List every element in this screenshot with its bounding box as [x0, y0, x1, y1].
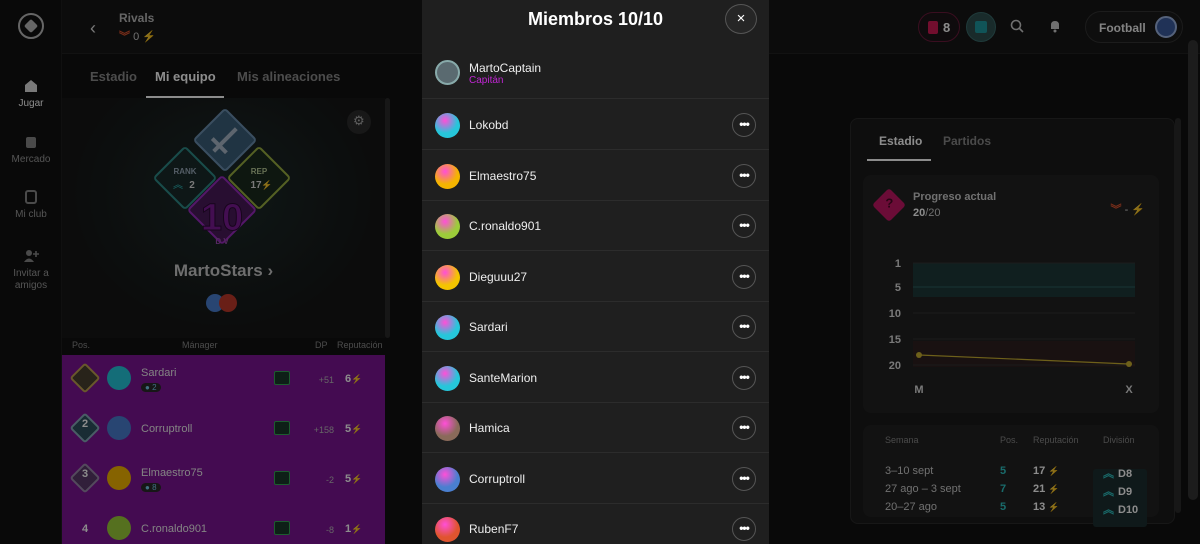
avatar	[435, 517, 460, 542]
member-row[interactable]: C.ronaldo901 •••	[422, 201, 769, 251]
member-row[interactable]: Sardari •••	[422, 302, 769, 352]
more-options-button[interactable]: •••	[732, 517, 756, 541]
member-row[interactable]: Elmaestro75 •••	[422, 151, 769, 201]
member-name: Dieguuu27	[469, 269, 528, 284]
avatar	[435, 416, 460, 441]
more-options-button[interactable]: •••	[732, 163, 756, 188]
captain-role: Capitán	[469, 75, 504, 86]
member-name: Elmaestro75	[469, 168, 537, 183]
members-modal: Miembros 10/10 × MartoCaptain Capitán Lo…	[422, 0, 769, 544]
member-name: RubenF7	[469, 522, 519, 536]
avatar	[435, 466, 460, 492]
member-row[interactable]: Dieguuu27 •••	[422, 252, 769, 302]
member-row[interactable]: Corruptroll •••	[422, 454, 769, 504]
member-name: Corruptroll	[469, 471, 526, 486]
more-options-button[interactable]: •••	[732, 466, 756, 491]
more-options-button[interactable]: •••	[732, 416, 756, 440]
member-row[interactable]: Hamica •••	[422, 403, 769, 453]
avatar	[435, 264, 460, 290]
member-name: Sardari	[469, 320, 508, 334]
avatar	[435, 214, 460, 239]
member-name: Lokobd	[469, 118, 509, 132]
more-options-button[interactable]: •••	[732, 365, 756, 390]
modal-title: Miembros 10/10	[527, 9, 664, 29]
member-row[interactable]: RubenF7 •••	[422, 504, 769, 544]
member-name: SanteMarion	[469, 370, 538, 385]
member-row[interactable]: SanteMarion •••	[422, 353, 769, 403]
more-options-button[interactable]: •••	[732, 214, 756, 238]
more-options-button[interactable]: •••	[732, 264, 756, 289]
member-row[interactable]: Lokobd •••	[422, 100, 769, 150]
avatar	[435, 163, 460, 189]
more-options-button[interactable]: •••	[732, 315, 756, 339]
member-name: Hamica	[469, 421, 510, 435]
app-root: Jugar Mercado Mi club Invitar a amigos ‹…	[0, 0, 1200, 544]
member-name: C.ronaldo901	[469, 219, 542, 233]
avatar	[435, 113, 460, 138]
close-icon: ×	[736, 10, 746, 27]
avatar	[435, 315, 460, 340]
close-button[interactable]: ×	[725, 4, 757, 34]
more-options-button[interactable]: •••	[732, 113, 756, 137]
captain-name: MartoCaptain	[469, 61, 542, 75]
avatar	[435, 365, 460, 391]
avatar	[435, 60, 460, 85]
